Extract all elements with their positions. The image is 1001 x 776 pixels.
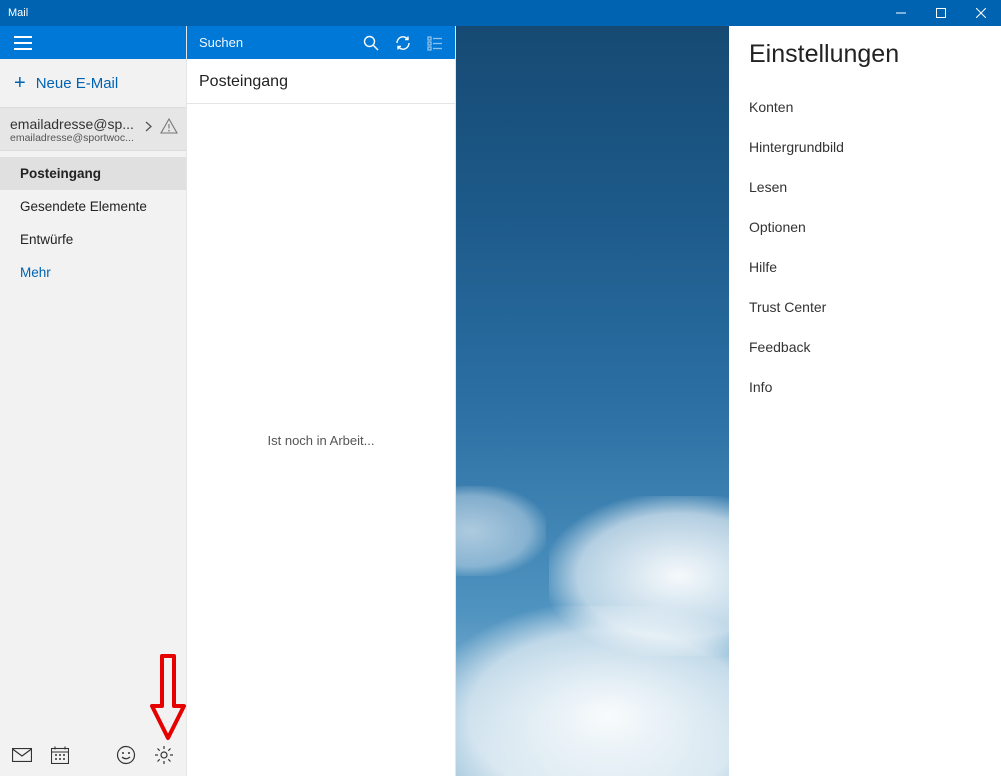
settings-item-accounts[interactable]: Konten [749,87,981,127]
settings-title: Einstellungen [749,40,981,69]
current-folder-title: Posteingang [187,59,455,104]
settings-item-reading[interactable]: Lesen [749,167,981,207]
gear-icon[interactable] [152,743,176,767]
hamburger-button[interactable] [0,26,186,59]
settings-item-options[interactable]: Optionen [749,207,981,247]
feedback-smiley-icon[interactable] [114,743,138,767]
hamburger-icon [14,36,32,50]
warning-icon [160,118,178,139]
titlebar: Mail [0,0,1001,26]
sync-icon[interactable] [393,33,413,53]
search-icon[interactable] [361,33,381,53]
folder-list: Posteingang Gesendete Elemente Entwürfe … [0,151,186,289]
folder-sent[interactable]: Gesendete Elemente [0,190,186,223]
folder-inbox[interactable]: Posteingang [0,157,186,190]
folder-drafts[interactable]: Entwürfe [0,223,186,256]
close-button[interactable] [961,0,1001,26]
search-bar[interactable]: Suchen [187,26,455,59]
folder-more[interactable]: Mehr [0,256,186,289]
settings-item-feedback[interactable]: Feedback [749,327,981,367]
message-list-pane: Suchen Posteingang Ist noch in Arbeit... [187,26,456,776]
minimize-button[interactable] [881,0,921,26]
app-body: + Neue E-Mail emailadresse@sp... emailad… [0,26,1001,776]
chevron-right-icon [145,120,152,135]
plus-icon: + [14,73,26,93]
window-controls [881,0,1001,26]
window-title: Mail [8,7,28,19]
settings-item-background[interactable]: Hintergrundbild [749,127,981,167]
account-email: emailadresse@sportwoc... [10,132,150,144]
reading-pane [456,26,729,776]
sidebar-bottom-bar [0,734,186,776]
account-selector[interactable]: emailadresse@sp... emailadresse@sportwoc… [0,107,186,151]
settings-item-trust-center[interactable]: Trust Center [749,287,981,327]
settings-item-info[interactable]: Info [749,367,981,407]
settings-pane: Einstellungen Konten Hintergrundbild Les… [729,26,1001,776]
select-mode-icon[interactable] [425,33,445,53]
maximize-button[interactable] [921,0,961,26]
calendar-icon[interactable] [48,743,72,767]
empty-state-text: Ist noch in Arbeit... [187,104,455,776]
account-name: emailadresse@sp... [10,116,138,132]
mail-icon[interactable] [10,743,34,767]
search-input[interactable]: Suchen [199,35,361,50]
navigation-sidebar: + Neue E-Mail emailadresse@sp... emailad… [0,26,187,776]
settings-item-help[interactable]: Hilfe [749,247,981,287]
new-mail-button[interactable]: + Neue E-Mail [0,59,186,107]
new-mail-label: Neue E-Mail [36,75,119,92]
